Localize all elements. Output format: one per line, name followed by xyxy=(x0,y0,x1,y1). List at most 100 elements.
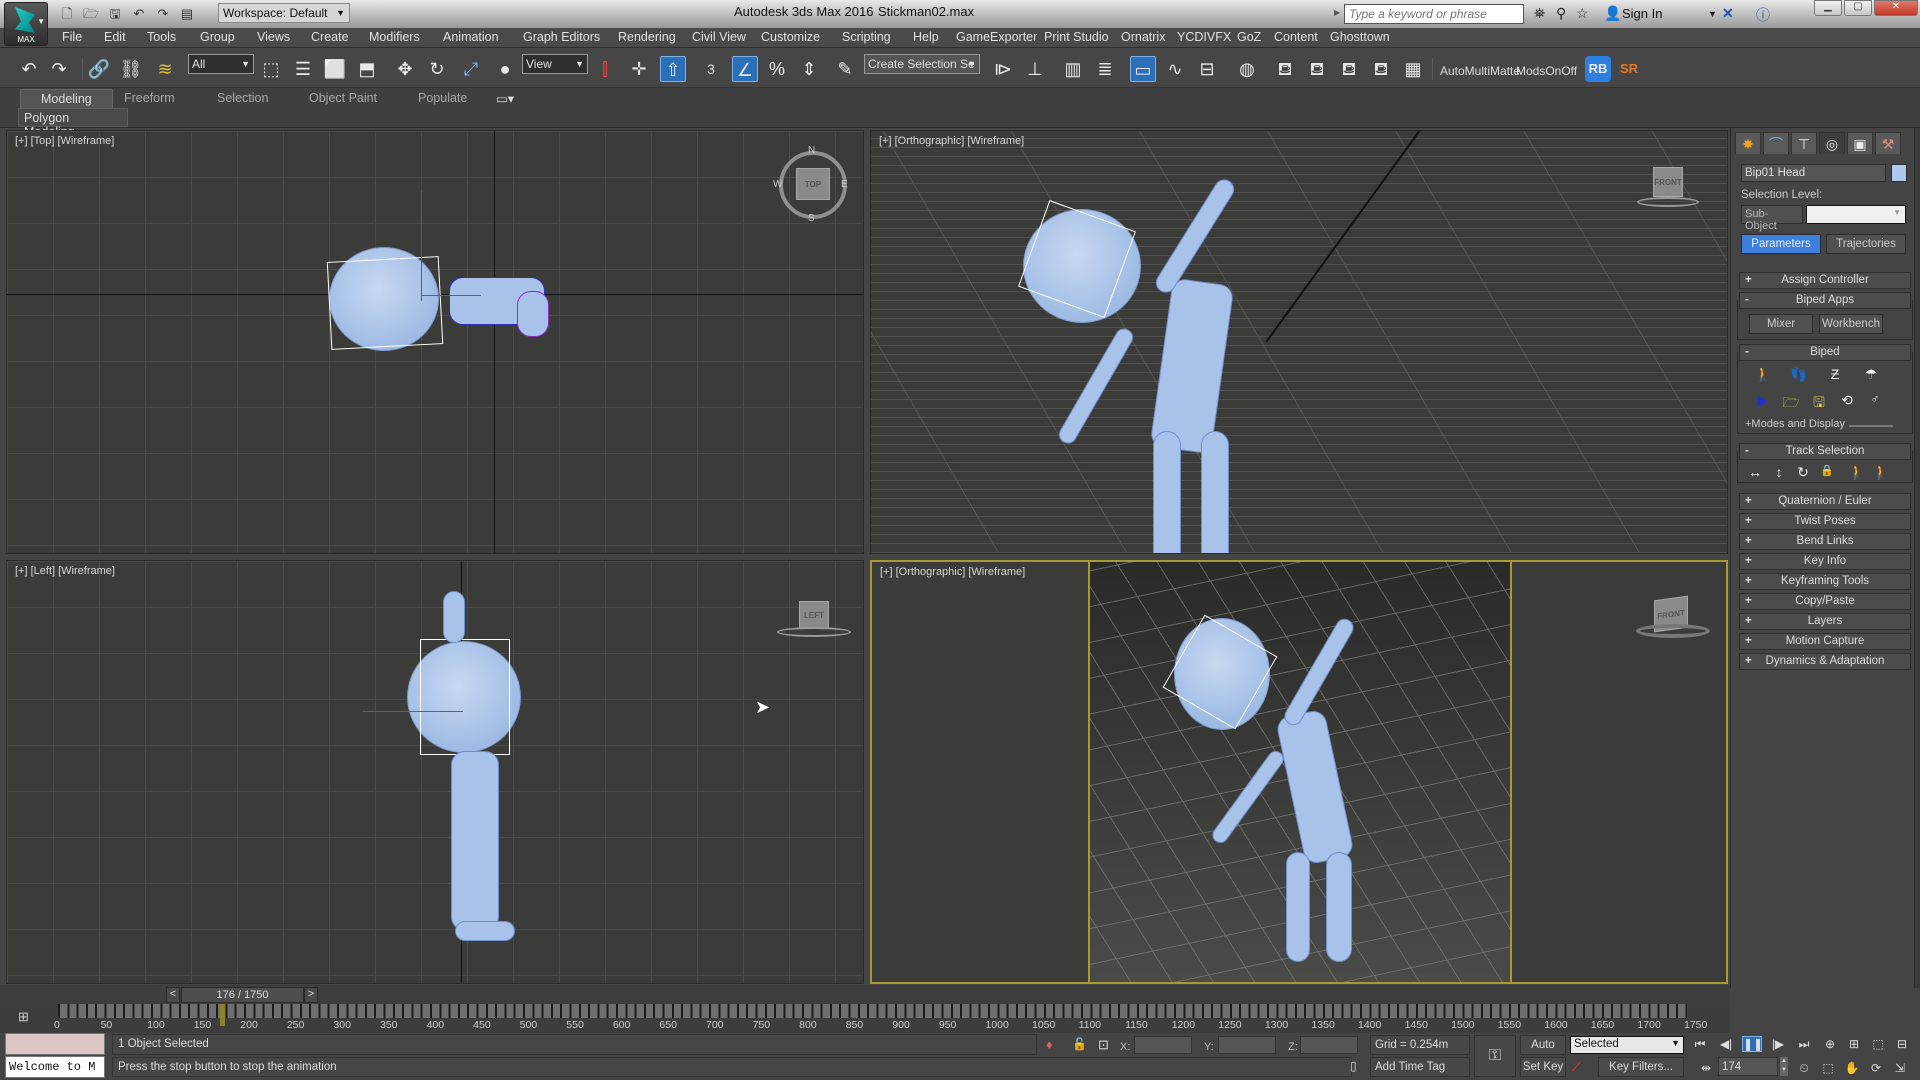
mixer-button[interactable]: Mixer xyxy=(1749,314,1813,334)
sign-in-link[interactable]: Sign In xyxy=(1622,6,1662,21)
bind-to-space-warp-icon[interactable]: ≋ xyxy=(152,56,178,82)
menu-civil-view[interactable]: Civil View xyxy=(692,30,746,44)
menu-graph-editors[interactable]: Graph Editors xyxy=(523,30,600,44)
mixer-mode-icon[interactable]: ☂ xyxy=(1861,366,1881,383)
angle-snap-icon[interactable]: ∠ xyxy=(732,56,758,82)
maximize-button[interactable]: ▢ xyxy=(1844,0,1872,16)
chevron-down-icon[interactable]: ▼ xyxy=(1708,9,1717,19)
rollout-twist-poses[interactable]: + Twist Poses xyxy=(1739,513,1911,530)
key-filters-button[interactable]: Key Filters... xyxy=(1598,1057,1684,1077)
rollout-quaternion-euler[interactable]: + Quaternion / Euler xyxy=(1739,493,1911,510)
menu-animation[interactable]: Animation xyxy=(443,30,499,44)
footstep-mode-icon[interactable]: 👣 xyxy=(1789,366,1809,383)
rollout-keyframing-tools[interactable]: + Keyframing Tools xyxy=(1739,573,1911,590)
select-and-move-icon[interactable]: ✥ xyxy=(392,56,418,82)
symmetrical-icon[interactable]: 🚶 xyxy=(1847,464,1867,481)
frame-spinner[interactable]: ▲ ▼ xyxy=(1780,1057,1788,1076)
window-crossing-icon[interactable]: ⬒ xyxy=(354,56,380,82)
z-coordinate-field[interactable] xyxy=(1300,1036,1358,1054)
select-manipulate-icon[interactable]: ✛ xyxy=(626,56,652,82)
rollout-motion-capture[interactable]: + Motion Capture xyxy=(1739,633,1911,650)
body-rotation-icon[interactable]: ↻ xyxy=(1793,464,1813,481)
reference-coordinate-dropdown[interactable]: View ▼ xyxy=(522,54,588,74)
ribbon-tab-object-paint[interactable]: Object Paint xyxy=(309,89,377,108)
render-setup-icon[interactable]: ⛾ xyxy=(1272,56,1298,82)
menu-rendering[interactable]: Rendering xyxy=(618,30,676,44)
favorites-star-icon[interactable]: ☆ xyxy=(1576,5,1589,22)
utilities-tab-icon[interactable]: ⚒ xyxy=(1875,132,1901,154)
viewcube-ring[interactable] xyxy=(777,627,851,637)
menu-gameexporter[interactable]: GameExporter xyxy=(956,30,1037,44)
undo-icon[interactable]: ↶ xyxy=(16,56,42,82)
edit-named-selection-icon[interactable]: ✎ xyxy=(832,56,858,82)
maximize-viewport-toggle-icon[interactable]: ⇲ xyxy=(1890,1061,1910,1075)
open-file-icon[interactable]: 🗁 xyxy=(82,6,100,22)
minimize-button[interactable]: ▁ xyxy=(1814,0,1842,16)
environment-icon[interactable]: ▦ xyxy=(1400,56,1426,82)
time-slider-handle[interactable]: 176 / 1750 xyxy=(181,987,304,1003)
redo-icon[interactable]: ↷ xyxy=(154,6,172,22)
viewcube[interactable]: FRONT xyxy=(1653,167,1683,197)
motion-flow-mode-icon[interactable]: Ƶ xyxy=(1825,366,1845,382)
unlink-selection-icon[interactable]: ⛓ xyxy=(118,56,144,82)
subscription-center-icon[interactable]: ⚲ xyxy=(1556,5,1566,22)
close-button[interactable]: ✕ xyxy=(1874,0,1918,16)
go-to-end-icon[interactable]: ⏭ xyxy=(1794,1037,1814,1052)
sub-object-dropdown[interactable]: ▼ xyxy=(1806,205,1906,224)
modify-tab-icon[interactable]: ⌒ xyxy=(1763,132,1789,154)
expand-search-icon[interactable]: ▶ xyxy=(1334,8,1340,17)
absolute-mode-transform-icon[interactable]: ⊡ xyxy=(1098,1037,1109,1053)
percent-snap-icon[interactable]: % xyxy=(764,56,790,82)
next-frame-button[interactable]: > xyxy=(304,987,318,1003)
menu-ghosttown[interactable]: Ghosttown xyxy=(1330,30,1390,44)
x-coordinate-field[interactable] xyxy=(1134,1036,1192,1054)
parameters-tab[interactable]: Parameters xyxy=(1741,234,1821,254)
modes-and-display-toggle[interactable]: +Modes and Display xyxy=(1745,418,1845,430)
isolate-selection-icon[interactable]: ♦ xyxy=(1046,1037,1053,1052)
ribbon-options-icon[interactable]: ▭▾ xyxy=(496,89,514,108)
pause-animation-icon[interactable]: ❚❚ xyxy=(1742,1036,1763,1052)
spinner-snap-icon[interactable]: ⇕ xyxy=(796,56,822,82)
rb-button[interactable]: RB xyxy=(1585,56,1611,82)
key-mode-toggle-icon[interactable]: ⇹ xyxy=(1696,1061,1716,1075)
body-horizontal-icon[interactable]: ↔ xyxy=(1745,464,1765,480)
command-panel-scrollbar[interactable] xyxy=(1914,128,1920,988)
body-vertical-icon[interactable]: ↕ xyxy=(1769,464,1789,480)
named-selection-dropdown[interactable]: Create Selection Se ▼ xyxy=(864,54,980,74)
create-tab-icon[interactable]: ✸ xyxy=(1735,132,1761,154)
zoom-icon[interactable]: ⊕ xyxy=(1820,1037,1840,1051)
ribbon-tab-freeform[interactable]: Freeform xyxy=(124,89,175,108)
maxscript-listener-output[interactable] xyxy=(5,1033,105,1055)
mirror-icon[interactable]: ⧐ xyxy=(990,56,1016,82)
set-key-button[interactable]: Set Key xyxy=(1520,1057,1566,1077)
viewport-label[interactable]: [+] [Orthographic] [Wireframe] xyxy=(880,566,1025,578)
sub-object-button[interactable]: Sub-Object xyxy=(1741,205,1803,232)
undo-icon[interactable]: ↶ xyxy=(130,6,148,22)
save-file-icon[interactable]: 🖫 xyxy=(106,6,124,22)
menu-print-studio[interactable]: Print Studio xyxy=(1044,30,1109,44)
select-object-icon[interactable]: ⬚ xyxy=(258,56,284,82)
rollout-key-info[interactable]: + Key Info xyxy=(1739,553,1911,570)
menu-help[interactable]: Help xyxy=(913,30,939,44)
select-and-scale-icon[interactable]: ⤢ xyxy=(458,56,484,82)
orbit-icon[interactable]: ⟳ xyxy=(1866,1061,1886,1075)
zoom-extents-icon[interactable]: ⬚ xyxy=(1868,1037,1888,1051)
open-mini-curve-editor-icon[interactable]: ⊞ xyxy=(18,1009,29,1025)
opposite-icon[interactable]: 🚶 xyxy=(1871,464,1891,481)
menu-scripting[interactable]: Scripting xyxy=(842,30,891,44)
viewport-label[interactable]: [+] [Left] [Wireframe] xyxy=(15,565,115,577)
render-production-icon[interactable]: ⛾ xyxy=(1336,56,1362,82)
viewport-orthographic-2[interactable]: [+] [Orthographic] [Wireframe] FRONT xyxy=(870,560,1728,984)
modsonoff-button[interactable]: ModsOnOff xyxy=(1516,64,1577,78)
menu-create[interactable]: Create xyxy=(311,30,349,44)
viewport-label[interactable]: [+] [Orthographic] [Wireframe] xyxy=(879,135,1024,147)
material-editor-icon[interactable]: ◍ xyxy=(1234,56,1260,82)
default-tangent-icon[interactable]: ⟋ xyxy=(1572,1059,1581,1075)
save-file-icon[interactable]: 🖫 xyxy=(1809,392,1829,416)
toggle-ribbon-icon[interactable]: ▭ xyxy=(1130,56,1156,82)
ribbon-tab-selection[interactable]: Selection xyxy=(217,89,268,108)
select-and-link-icon[interactable]: 🔗 xyxy=(86,56,112,82)
add-time-tag-button[interactable]: Add Time Tag xyxy=(1370,1057,1470,1077)
object-name-field[interactable] xyxy=(1741,164,1886,182)
lock-com-keying-icon[interactable]: 🔒 xyxy=(1817,464,1837,477)
